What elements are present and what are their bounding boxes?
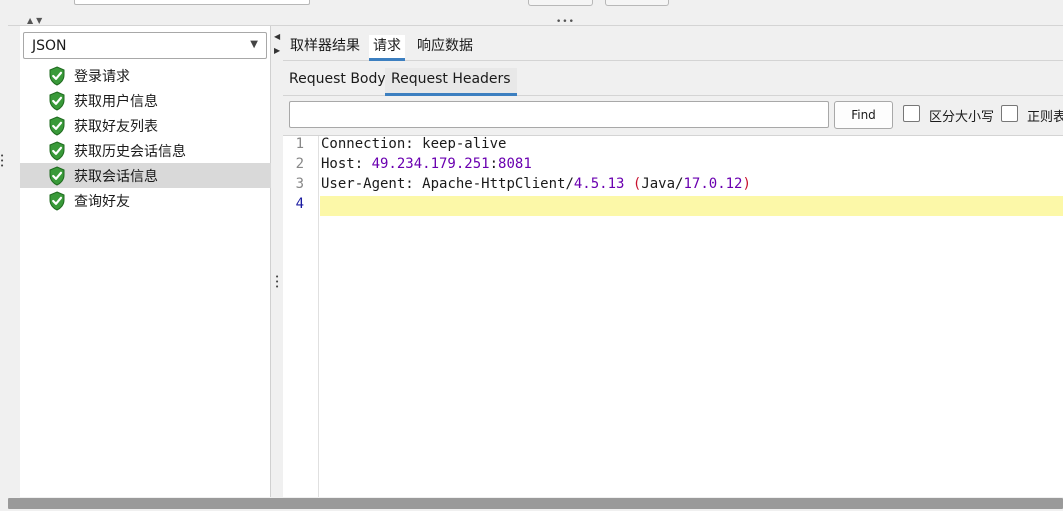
tree-item-label: 获取用户信息 xyxy=(74,94,158,110)
case-sensitive-checkbox[interactable] xyxy=(903,105,920,122)
horizontal-scrollbar-thumb[interactable] xyxy=(8,498,1063,509)
tree-item-label: 获取好友列表 xyxy=(74,119,158,135)
expand-right-icon[interactable]: ▶ xyxy=(274,46,280,55)
tree-item[interactable]: 获取用户信息 xyxy=(20,88,271,113)
request-subtabs: Request Body Request Headers xyxy=(283,61,1063,96)
success-shield-icon xyxy=(48,116,66,136)
tree-item-label: 登录请求 xyxy=(74,69,130,85)
tab-request[interactable]: 请求 xyxy=(369,35,405,61)
renderer-select-value: JSON xyxy=(32,38,67,54)
search-bar: Find 区分大小写 正则表 xyxy=(283,96,1063,136)
line-number-current: 4 xyxy=(295,196,304,212)
line-number: 3 xyxy=(295,176,304,192)
code-line: Connection: keep-alive xyxy=(321,136,507,152)
regex-checkbox[interactable] xyxy=(1001,105,1018,122)
current-line-highlight xyxy=(320,196,1063,216)
left-splitter-grip-icon[interactable]: • • • xyxy=(0,153,4,170)
horizontal-scrollbar-track[interactable] xyxy=(0,497,1063,511)
tree-item[interactable]: 获取历史会话信息 xyxy=(20,138,271,163)
success-shield-icon xyxy=(48,191,66,211)
success-shield-icon xyxy=(48,141,66,161)
top-partial-button[interactable] xyxy=(528,0,593,6)
find-button[interactable]: Find xyxy=(834,101,893,129)
collapse-left-icon[interactable]: ◀ xyxy=(274,32,280,41)
code-line: Host: 49.234.179.251:8081 xyxy=(321,156,532,172)
top-toolbar-strip xyxy=(0,0,1063,14)
tree-item[interactable]: 获取好友列表 xyxy=(20,113,271,138)
case-sensitive-label: 区分大小写 xyxy=(929,110,995,125)
tab-request-headers[interactable]: Request Headers xyxy=(385,68,517,96)
splitter-grip-icon[interactable]: • • • xyxy=(275,274,279,291)
headers-editor[interactable]: 1 2 3 4 Connection: keep-alive Host: 49.… xyxy=(283,136,1063,497)
vertical-splitter[interactable]: ◀ ▶ • • • xyxy=(271,26,283,497)
code-line: User-Agent: Apache-HttpClient/4.5.13 (Ja… xyxy=(321,176,751,192)
chevron-down-icon: ▼ xyxy=(250,39,258,50)
renderer-select[interactable]: JSON ▼ xyxy=(23,32,267,59)
sampler-tree-panel: JSON ▼ 登录请求获取用户信息 获取好友列表获取历史会话信息 获取会话信息 查询好… xyxy=(20,26,271,497)
success-shield-icon xyxy=(48,91,66,111)
success-shield-icon xyxy=(48,166,66,186)
line-number: 1 xyxy=(295,136,304,152)
tree-item[interactable]: 查询好友 xyxy=(20,188,271,213)
top-partial-field[interactable] xyxy=(74,0,310,5)
sampler-tree: 登录请求获取用户信息 获取好友列表获取历史会话信息 获取会话信息 查询好友 xyxy=(20,63,271,213)
success-shield-icon xyxy=(48,66,66,86)
regex-label: 正则表 xyxy=(1027,110,1063,125)
tree-item[interactable]: 登录请求 xyxy=(20,63,271,88)
tab-response-data[interactable]: 响应数据 xyxy=(413,35,477,61)
tree-item-label: 获取历史会话信息 xyxy=(74,144,186,160)
tab-request-body[interactable]: Request Body xyxy=(283,68,392,96)
top-partial-button[interactable] xyxy=(605,0,669,6)
tree-item-label: 查询好友 xyxy=(74,194,130,210)
result-panel: 取样器结果 请求 响应数据 Request Body Request Heade… xyxy=(283,26,1063,497)
search-input[interactable] xyxy=(289,101,829,128)
tree-item-label: 获取会话信息 xyxy=(74,169,158,185)
line-number: 2 xyxy=(295,156,304,172)
tab-sampler-result[interactable]: 取样器结果 xyxy=(286,35,364,61)
tree-item[interactable]: 获取会话信息 xyxy=(20,163,271,188)
left-edge-strip: • • • xyxy=(0,26,20,497)
line-number-gutter: 1 2 3 4 xyxy=(283,136,319,497)
main-tabs: 取样器结果 请求 响应数据 xyxy=(283,26,1063,61)
